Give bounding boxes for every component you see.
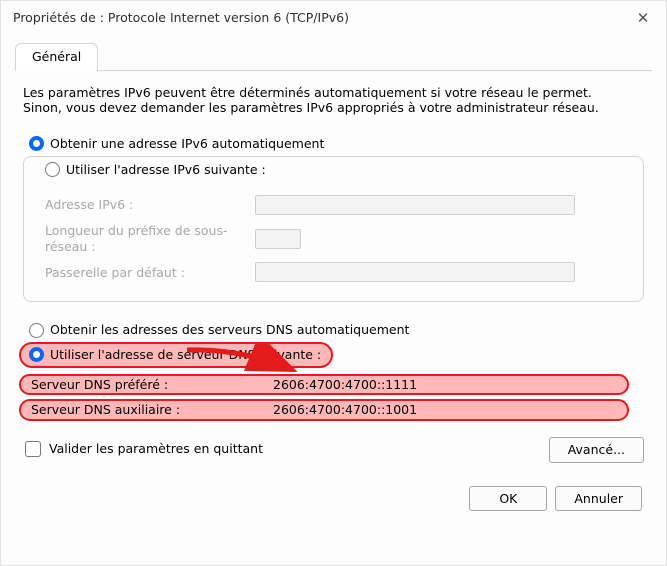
ip-fields: Adresse IPv6 : Longueur du préfixe de so…: [43, 195, 624, 286]
window-title: Propriétés de : Protocole Internet versi…: [13, 10, 349, 26]
field-label: Serveur DNS auxiliaire :: [31, 402, 263, 418]
tab-content: Les paramètres IPv6 peuvent être détermi…: [15, 71, 652, 512]
gateway-input: [255, 262, 575, 282]
radio-ip-manual[interactable]: Utiliser l'adresse IPv6 suivante :: [37, 160, 624, 180]
dns-alternate-input[interactable]: 2606:4700:4700::1001: [273, 402, 417, 418]
field-label: Adresse IPv6 :: [45, 197, 245, 213]
field-ipv6-address: Adresse IPv6 :: [45, 195, 622, 215]
field-label: Longueur du préfixe de sous-réseau :: [45, 223, 245, 254]
radio-dns-manual[interactable]: Utiliser l'adresse de serveur DNS suivan…: [19, 342, 333, 368]
radio-ip-auto[interactable]: Obtenir une adresse IPv6 automatiquement: [21, 134, 646, 154]
cancel-button[interactable]: Annuler: [555, 486, 642, 512]
field-default-gateway: Passerelle par défaut :: [45, 262, 622, 282]
ip-manual-group: Utiliser l'adresse IPv6 suivante : Adres…: [23, 156, 644, 303]
intro-text: Les paramètres IPv6 peuvent être détermi…: [21, 85, 631, 116]
checkbox-label: Valider les paramètres en quittant: [49, 441, 263, 457]
ip-mode-section: Obtenir une adresse IPv6 automatiquement…: [21, 134, 646, 303]
close-button[interactable]: ✕: [632, 9, 654, 28]
ipv6-address-input: [255, 195, 575, 215]
radio-icon: [29, 347, 44, 362]
title-bar: Propriétés de : Protocole Internet versi…: [1, 1, 666, 35]
advanced-button[interactable]: Avancé...: [549, 437, 644, 463]
field-dns-alternate: Serveur DNS auxiliaire : 2606:4700:4700:…: [19, 399, 629, 421]
field-dns-preferred: Serveur DNS préféré : 2606:4700:4700::11…: [19, 374, 629, 396]
dns-preferred-input[interactable]: 2606:4700:4700::1111: [273, 377, 417, 393]
dialog-buttons: OK Annuler: [21, 486, 646, 512]
radio-icon: [29, 323, 44, 338]
prefix-length-input: [255, 229, 301, 249]
radio-label: Utiliser l'adresse IPv6 suivante :: [66, 162, 266, 178]
dialog-body: Général Les paramètres IPv6 peuvent être…: [1, 35, 666, 525]
ok-button[interactable]: OK: [469, 486, 547, 512]
radio-label: Obtenir les adresses des serveurs DNS au…: [50, 322, 409, 338]
tab-general[interactable]: Général: [15, 43, 98, 71]
field-label: Serveur DNS préféré :: [31, 377, 263, 393]
dialog-window: Propriétés de : Protocole Internet versi…: [0, 0, 667, 566]
checkbox-icon: [25, 441, 41, 457]
radio-label: Utiliser l'adresse de serveur DNS suivan…: [50, 347, 321, 363]
field-label: Passerelle par défaut :: [45, 265, 245, 281]
radio-icon: [45, 162, 60, 177]
radio-dns-auto[interactable]: Obtenir les adresses des serveurs DNS au…: [21, 320, 646, 340]
dns-mode-section: Obtenir les adresses des serveurs DNS au…: [21, 320, 646, 421]
field-prefix-length: Longueur du préfixe de sous-réseau :: [45, 223, 622, 254]
radio-label: Obtenir une adresse IPv6 automatiquement: [50, 136, 324, 152]
tab-strip: Général: [15, 43, 652, 71]
radio-icon: [29, 136, 44, 151]
